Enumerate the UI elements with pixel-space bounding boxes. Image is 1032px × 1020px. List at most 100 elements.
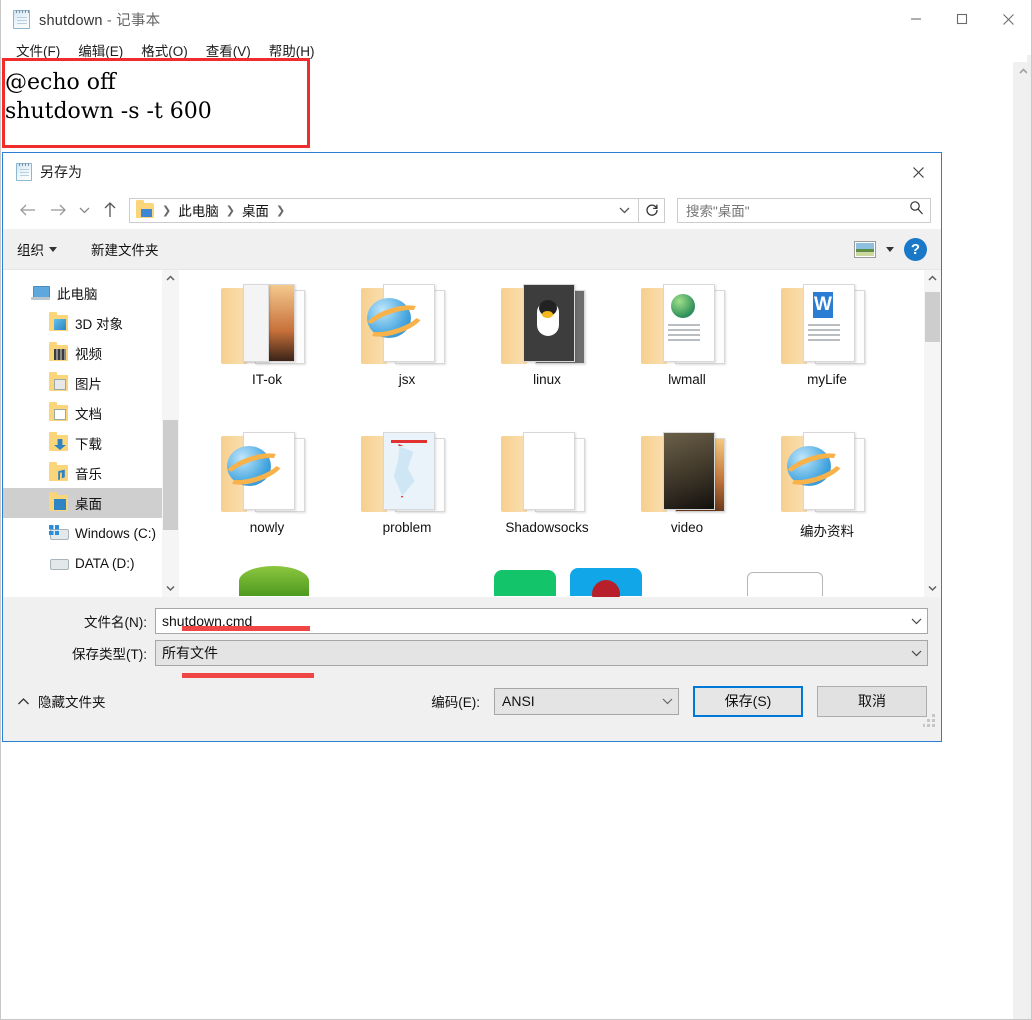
sidebar-item-windows-c[interactable]: Windows (C:) xyxy=(3,518,179,548)
folder-3d-icon xyxy=(49,312,68,331)
ie-browser-icon xyxy=(227,446,271,486)
view-layout-icon[interactable] xyxy=(854,240,876,258)
menu-view[interactable]: 查看(V) xyxy=(197,40,260,60)
sidebar-item-label: 图片 xyxy=(75,377,102,392)
list-item[interactable]: IT-ok xyxy=(197,282,337,430)
scroll-down-icon[interactable] xyxy=(924,580,941,597)
filename-row: 文件名(N): shutdown.cmd xyxy=(3,607,941,635)
folder-desktop-icon xyxy=(49,492,68,511)
folder-documents-icon xyxy=(49,402,68,421)
sidebar-item-data-d[interactable]: DATA (D:) xyxy=(3,548,179,578)
notepad-title-file: shutdown xyxy=(39,12,103,29)
folder-video-icon xyxy=(49,342,68,361)
file-name: Shadowsocks xyxy=(505,520,589,535)
list-item[interactable]: linux xyxy=(477,282,617,430)
forward-button[interactable] xyxy=(43,195,73,225)
breadcrumb-chevron-down-icon[interactable] xyxy=(619,201,634,219)
folder-thumbnail: W xyxy=(781,282,873,366)
sidebar-item-label: 3D 对象 xyxy=(75,317,124,332)
cancel-button[interactable]: 取消 xyxy=(817,685,927,717)
list-item[interactable]: W myLife xyxy=(757,282,897,430)
windows-drive-icon xyxy=(49,525,69,541)
sidebar-item-3d-objects[interactable]: 3D 对象 xyxy=(3,308,179,338)
sidebar-item-label: 下载 xyxy=(75,437,102,452)
dialog-titlebar[interactable]: 另存为 xyxy=(3,153,941,191)
resize-grip-icon[interactable] xyxy=(923,714,936,727)
scroll-up-icon[interactable] xyxy=(162,270,179,287)
partial-icon-blue-app xyxy=(570,568,642,597)
sidebar-item-label: 音乐 xyxy=(75,467,102,482)
list-item[interactable]: jsx xyxy=(337,282,477,430)
dialog-title: 另存为 xyxy=(40,164,82,180)
file-name: 编办资料 xyxy=(800,524,854,539)
sidebar-item-label: 此电脑 xyxy=(57,287,98,302)
notepad-line-1: @echo off xyxy=(5,70,116,95)
recent-locations-chevron-down-icon[interactable] xyxy=(73,195,95,225)
organize-button[interactable]: 组织 xyxy=(17,239,57,259)
menu-edit[interactable]: 编辑(E) xyxy=(69,40,132,60)
encoding-select[interactable]: ANSI xyxy=(494,687,679,715)
list-item[interactable]: problem xyxy=(337,430,477,578)
chevron-down-icon xyxy=(49,246,57,252)
folder-icon xyxy=(136,199,154,218)
breadcrumb-item-this-pc[interactable]: 此电脑 xyxy=(175,200,222,220)
sidebar-item-music[interactable]: 音乐 xyxy=(3,458,179,488)
scroll-down-icon[interactable] xyxy=(162,580,179,597)
maximize-button[interactable] xyxy=(939,0,985,38)
list-item[interactable]: 编办资料 xyxy=(757,430,897,578)
chevron-down-icon[interactable] xyxy=(905,649,927,657)
chevron-down-icon[interactable] xyxy=(656,697,678,705)
dialog-close-button[interactable] xyxy=(895,153,941,191)
new-folder-button[interactable]: 新建文件夹 xyxy=(91,239,159,259)
scroll-up-icon[interactable] xyxy=(924,270,941,287)
file-list[interactable]: IT-ok jsx linux lwmall W myLife nowly pr… xyxy=(179,270,941,597)
breadcrumb-item-desktop[interactable]: 桌面 xyxy=(239,200,272,220)
list-item[interactable]: nowly xyxy=(197,430,337,578)
close-button[interactable] xyxy=(985,0,1031,38)
menu-format[interactable]: 格式(O) xyxy=(132,40,197,60)
sidebar-item-pictures[interactable]: 图片 xyxy=(3,368,179,398)
file-list-scrollbar-thumb[interactable] xyxy=(925,292,940,342)
menu-help[interactable]: 帮助(H) xyxy=(260,40,324,60)
notepad-titlebar[interactable]: shutdown - 记事本 xyxy=(1,0,1031,38)
minimize-button[interactable] xyxy=(893,0,939,38)
tree-scrollbar[interactable] xyxy=(162,270,179,597)
sidebar-item-desktop[interactable]: 桌面 xyxy=(3,488,179,518)
list-item[interactable]: Shadowsocks xyxy=(477,430,617,578)
list-item[interactable]: video xyxy=(617,430,757,578)
breadcrumb[interactable]: ❯ 此电脑 ❯ 桌面 ❯ xyxy=(129,197,639,223)
partial-icon-green-leaf xyxy=(239,566,309,596)
menu-file[interactable]: 文件(F) xyxy=(7,40,69,60)
dialog-body: 此电脑 3D 对象 视频 图片 文档 下载 音乐 桌面 Windows (C:)… xyxy=(3,269,941,597)
search-input[interactable]: 搜索"桌面" xyxy=(677,197,931,223)
tree-scrollbar-thumb[interactable] xyxy=(163,420,178,530)
search-icon[interactable] xyxy=(909,200,924,220)
notepad-line-2: shutdown -s -t 600 xyxy=(5,99,212,124)
folder-music-icon xyxy=(49,462,68,481)
folder-thumbnail xyxy=(641,282,733,366)
sidebar-item-downloads[interactable]: 下载 xyxy=(3,428,179,458)
help-button[interactable]: ? xyxy=(904,237,927,261)
sidebar-item-this-pc[interactable]: 此电脑 xyxy=(3,278,179,308)
refresh-button[interactable] xyxy=(639,197,665,223)
filetype-row: 保存类型(T): 所有文件 xyxy=(3,639,941,667)
save-button[interactable]: 保存(S) xyxy=(693,685,803,717)
view-chevron-down-icon[interactable] xyxy=(886,246,894,252)
breadcrumb-separator: ❯ xyxy=(275,204,286,217)
sidebar-item-label: 文档 xyxy=(75,407,102,422)
filetype-select[interactable]: 所有文件 xyxy=(155,640,928,666)
folder-thumbnail xyxy=(501,282,593,366)
folder-thumbnail xyxy=(361,430,453,514)
back-button[interactable] xyxy=(13,195,43,225)
hide-folders-label: 隐藏文件夹 xyxy=(38,695,106,710)
list-item[interactable]: lwmall xyxy=(617,282,757,430)
sidebar-item-videos[interactable]: 视频 xyxy=(3,338,179,368)
sidebar-item-documents[interactable]: 文档 xyxy=(3,398,179,428)
up-button[interactable] xyxy=(95,195,125,225)
new-folder-label: 新建文件夹 xyxy=(91,243,159,258)
file-list-scrollbar[interactable] xyxy=(924,270,941,597)
dialog-navigation-bar: ❯ 此电脑 ❯ 桌面 ❯ 搜索"桌面" xyxy=(3,191,941,229)
chevron-down-icon[interactable] xyxy=(905,617,927,625)
hide-folders-button[interactable]: 隐藏文件夹 xyxy=(17,691,106,711)
file-grid: IT-ok jsx linux lwmall W myLife nowly pr… xyxy=(179,270,941,578)
